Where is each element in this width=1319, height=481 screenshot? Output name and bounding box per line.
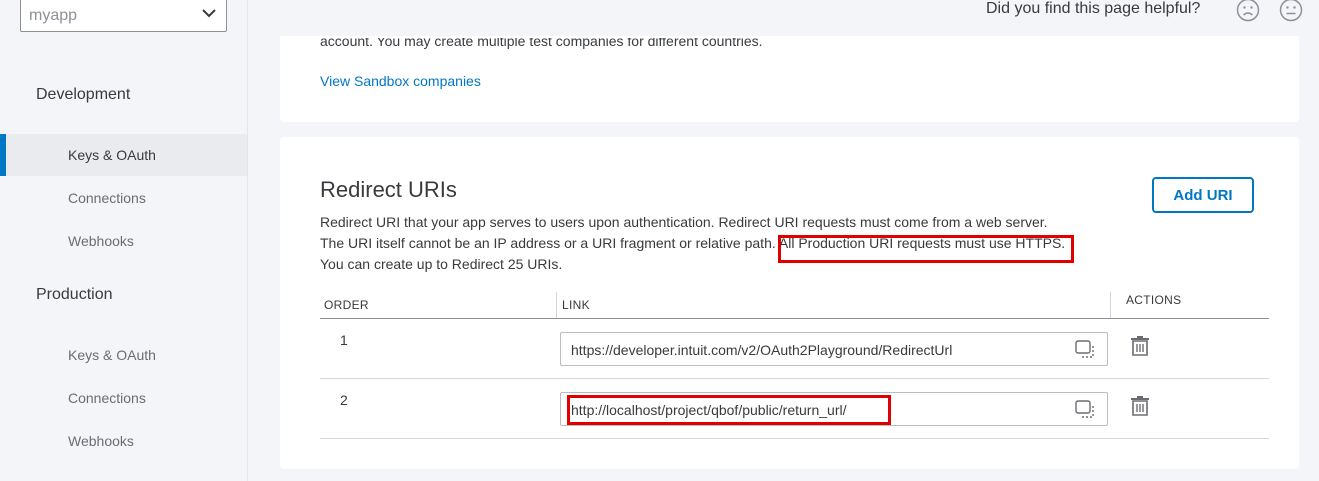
- row-divider: [320, 378, 1269, 379]
- sidebar: myapp Development Keys & OAuth Connectio…: [0, 0, 248, 481]
- copy-icon[interactable]: [1075, 340, 1097, 360]
- https-requirement-text: All Production URI requests must use HTT…: [778, 235, 1066, 251]
- view-sandbox-companies-link[interactable]: View Sandbox companies: [320, 73, 481, 89]
- app-select[interactable]: myapp: [20, 0, 227, 32]
- sidebar-item-dev-connections[interactable]: Connections: [0, 177, 247, 219]
- sidebar-item-dev-keys-oauth[interactable]: Keys & OAuth: [0, 134, 247, 176]
- column-divider: [556, 292, 557, 318]
- copy-icon[interactable]: [1075, 400, 1097, 420]
- delete-icon[interactable]: [1131, 396, 1149, 416]
- redirect-desc-line2a: The URI itself cannot be an IP address o…: [320, 235, 776, 251]
- column-header-link: LINK: [562, 298, 590, 312]
- chevron-down-icon: [202, 9, 216, 18]
- redirect-url-value: https://developer.intuit.com/v2/OAuth2Pl…: [571, 342, 953, 358]
- sidebar-item-dev-webhooks[interactable]: Webhooks: [0, 220, 247, 262]
- sidebar-item-prod-connections[interactable]: Connections: [0, 377, 247, 419]
- app-select-value: myapp: [29, 7, 78, 24]
- page-title: Redirect URIs: [320, 177, 457, 202]
- neutral-face-icon[interactable]: [1279, 0, 1303, 22]
- row-order: 2: [340, 392, 348, 408]
- sidebar-item-prod-keys-oauth[interactable]: Keys & OAuth: [0, 334, 247, 376]
- redirect-uris-card: Redirect URIs Add URI Redirect URI that …: [280, 137, 1299, 469]
- section-production: Production: [36, 286, 113, 303]
- sidebar-item-prod-webhooks[interactable]: Webhooks: [0, 420, 247, 462]
- column-divider: [1110, 292, 1111, 318]
- row-order: 1: [340, 332, 348, 348]
- add-uri-button[interactable]: Add URI: [1152, 177, 1254, 213]
- feedback-question: Did you find this page helpful?: [986, 0, 1201, 17]
- redirect-url-field[interactable]: http://localhost/project/qbof/public/ret…: [560, 392, 1108, 426]
- table-header-divider: [320, 318, 1269, 319]
- redirect-url-value: http://localhost/project/qbof/public/ret…: [571, 402, 847, 418]
- column-header-actions: ACTIONS: [1126, 293, 1182, 307]
- delete-icon[interactable]: [1131, 336, 1149, 356]
- redirect-desc-line3: You can create up to Redirect 25 URIs.: [320, 256, 563, 272]
- sad-face-icon[interactable]: [1236, 0, 1260, 22]
- sandbox-card-top-visible: [280, 36, 1299, 38]
- redirect-desc-line1: Redirect URI that your app serves to use…: [320, 214, 1048, 230]
- column-header-order: ORDER: [324, 298, 369, 312]
- redirect-url-field[interactable]: https://developer.intuit.com/v2/OAuth2Pl…: [560, 332, 1108, 366]
- row-divider: [320, 438, 1269, 439]
- redirect-desc-line2: The URI itself cannot be an IP address o…: [320, 235, 1065, 251]
- section-development: Development: [36, 86, 131, 103]
